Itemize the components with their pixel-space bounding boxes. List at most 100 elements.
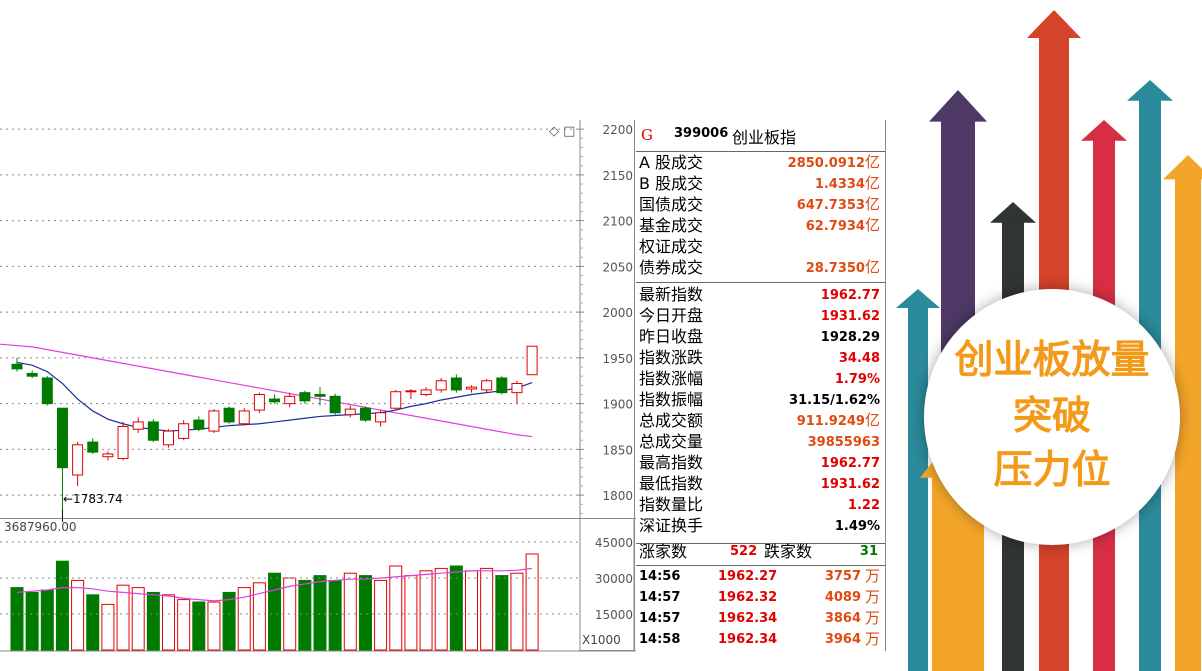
stat-value: 31.15/1.62%	[789, 393, 880, 408]
candle[interactable]	[147, 419, 159, 443]
tick-unit: 万	[864, 609, 880, 627]
tick-volume: 3964	[824, 632, 861, 647]
candle[interactable]	[11, 357, 23, 372]
volume-bar[interactable]	[404, 575, 418, 651]
stat-value-group: 39855963	[808, 431, 880, 453]
volume-bar[interactable]	[177, 599, 191, 651]
volume-bar[interactable]	[71, 579, 85, 651]
volume-bar[interactable]	[55, 560, 69, 651]
stat-label: 指数涨幅	[639, 369, 704, 388]
candle-body	[450, 377, 462, 391]
volume-bar[interactable]	[268, 572, 282, 651]
stat-row: 国债成交 647.7353亿	[636, 194, 883, 215]
candle[interactable]	[269, 394, 281, 404]
candle[interactable]	[284, 392, 296, 408]
stat-value: 911.9249	[796, 414, 865, 429]
candle[interactable]	[132, 417, 144, 433]
volume-bar[interactable]	[298, 579, 312, 651]
candle-body	[344, 408, 356, 416]
candle[interactable]	[390, 389, 402, 411]
stat-value-group: 1928.29	[821, 326, 880, 348]
stat-value: 1928.29	[820, 330, 880, 345]
volume-bar[interactable]	[343, 572, 357, 651]
volume-bar[interactable]	[465, 570, 478, 651]
price-tick-label: 2050	[602, 260, 633, 274]
candle-body	[329, 395, 341, 414]
volume-bar[interactable]	[25, 591, 39, 651]
volume-bar[interactable]	[328, 579, 342, 651]
volume-bar[interactable]	[434, 567, 448, 651]
candle[interactable]	[375, 410, 387, 427]
volume-bar[interactable]	[116, 584, 130, 651]
candle[interactable]	[344, 405, 356, 418]
volume-bar[interactable]	[207, 601, 221, 651]
candle[interactable]	[223, 406, 235, 424]
promo-line-3: 压力位	[993, 448, 1111, 493]
candle[interactable]	[526, 345, 538, 376]
volume-bar[interactable]	[389, 565, 403, 651]
volume-bar[interactable]	[495, 575, 509, 651]
candle[interactable]	[253, 392, 265, 413]
volume-bar[interactable]	[374, 579, 388, 651]
volume-bar[interactable]	[222, 591, 236, 651]
stat-value-group: 1962.77	[821, 452, 880, 474]
candle[interactable]	[450, 374, 462, 393]
volume-unit-label: X1000	[582, 633, 621, 647]
stat-label: B 股成交	[639, 174, 704, 193]
volume-bar[interactable]	[192, 601, 206, 651]
tick-time: 14:57	[639, 590, 681, 605]
corner-icons[interactable]: ◇ □	[549, 124, 575, 139]
stat-row: 基金成交 62.7934亿	[636, 215, 883, 236]
volume-bar[interactable]	[101, 603, 115, 651]
candle[interactable]	[72, 442, 84, 486]
stat-label: 指数振幅	[639, 390, 704, 409]
candle[interactable]	[359, 406, 371, 422]
volume-bar[interactable]	[40, 589, 54, 651]
candle[interactable]	[41, 376, 53, 406]
candle[interactable]	[435, 378, 447, 393]
candle[interactable]	[178, 420, 190, 441]
volume-bar[interactable]	[313, 575, 327, 651]
volume-bar[interactable]	[146, 591, 160, 651]
volume-bar[interactable]	[10, 587, 24, 651]
candle[interactable]	[87, 438, 99, 454]
candle[interactable]	[496, 376, 508, 395]
promo-badge: 创业板放量 突破 压力位	[924, 289, 1180, 545]
stat-row: 深证换手 1.49%	[636, 515, 883, 536]
candle[interactable]	[208, 409, 220, 433]
stat-row: 总成交量 39855963	[636, 431, 883, 452]
tick-volume: 4089	[824, 590, 861, 605]
volume-bars[interactable]	[10, 553, 539, 651]
candle[interactable]	[329, 393, 341, 415]
volume-bar[interactable]	[131, 587, 145, 651]
tick-unit: 万	[864, 588, 880, 606]
candle[interactable]	[405, 388, 417, 400]
volume-bar[interactable]	[480, 567, 494, 651]
candle[interactable]	[481, 378, 493, 393]
candle[interactable]	[117, 421, 129, 461]
candle-body	[208, 410, 220, 432]
stat-label: 国债成交	[639, 195, 704, 214]
candle[interactable]	[102, 451, 114, 461]
volume-bar[interactable]	[86, 594, 100, 651]
candle[interactable]	[314, 387, 326, 406]
candle[interactable]	[511, 380, 523, 404]
stat-label: 债券成交	[639, 258, 704, 277]
candle[interactable]	[163, 429, 174, 448]
candle[interactable]	[299, 390, 311, 404]
candle[interactable]	[193, 416, 205, 432]
candle[interactable]	[238, 408, 250, 426]
candle[interactable]	[420, 387, 432, 397]
candle-body	[72, 444, 84, 476]
candle-body	[132, 421, 144, 430]
stat-value: 62.7934	[805, 219, 865, 234]
volume-bar[interactable]	[358, 575, 372, 651]
stat-unit: 亿	[864, 216, 880, 234]
candle[interactable]	[26, 370, 38, 379]
volume-bar[interactable]	[510, 572, 524, 651]
candle[interactable]	[466, 385, 477, 393]
up-count-value: 522	[730, 544, 758, 559]
volume-bar[interactable]	[449, 565, 463, 651]
volume-bar[interactable]	[162, 594, 175, 651]
volume-bar[interactable]	[419, 570, 433, 651]
